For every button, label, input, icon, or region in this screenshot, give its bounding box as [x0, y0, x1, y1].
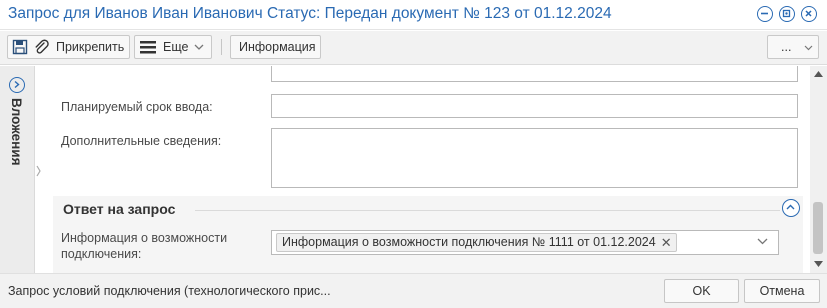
scroll-down-icon[interactable]: [814, 261, 823, 267]
attachments-label: Вложения: [9, 98, 24, 166]
info-button[interactable]: Информация: [230, 35, 321, 59]
paperclip-icon: [35, 39, 49, 54]
settings-icon[interactable]: [779, 6, 795, 22]
status-text: Запрос условий подключения (технологичес…: [8, 284, 331, 298]
ellipsis-label: ...: [781, 40, 792, 54]
info-label: Информация: [239, 40, 316, 54]
minimize-icon[interactable]: [757, 6, 773, 22]
connection-info-label: Информация о возможности подключения:: [61, 230, 227, 262]
attachments-label-box: Вложения: [9, 98, 29, 218]
planned-date-input[interactable]: [271, 94, 798, 118]
menu-icon: [140, 41, 156, 54]
remove-chip-icon[interactable]: ✕: [661, 234, 672, 251]
connection-info-label-line1: Информация о возможности: [61, 231, 228, 245]
toolbar-divider: [221, 39, 222, 55]
command-toolbar: Прикрепить Еще Информация ...: [0, 31, 827, 65]
ok-button[interactable]: OK: [664, 279, 739, 303]
chevron-down-icon: [194, 44, 204, 50]
connection-info-select[interactable]: Информация о возможности подключения № 1…: [271, 230, 779, 255]
cancel-button[interactable]: Отмена: [744, 279, 820, 303]
more-label: Еще: [163, 40, 189, 54]
chevron-right-circle-icon[interactable]: [9, 77, 25, 93]
save-icon: [12, 39, 28, 55]
chevron-down-icon: [804, 45, 813, 51]
previous-field-input[interactable]: [271, 66, 798, 82]
connection-info-value: Информация о возможности подключения № 1…: [282, 235, 656, 249]
attachments-panel[interactable]: Вложения: [0, 66, 35, 273]
response-section-title: Ответ на запрос: [63, 201, 176, 217]
attach-button[interactable]: Прикрепить: [7, 35, 130, 59]
response-section: Ответ на запрос Информация о возможности…: [53, 196, 803, 273]
vertical-scrollbar[interactable]: [810, 66, 827, 273]
planned-date-label: Планируемый срок ввода:: [61, 100, 213, 114]
close-icon[interactable]: [801, 6, 817, 22]
window-titlebar: Запрос для Иванов Иван Иванович Статус: …: [0, 0, 827, 30]
attach-label: Прикрепить: [56, 40, 125, 54]
chevron-up-circle-icon[interactable]: [782, 199, 800, 217]
scroll-up-icon[interactable]: [814, 71, 823, 77]
ellipsis-menu-button[interactable]: ...: [767, 35, 819, 59]
extra-info-textarea[interactable]: [271, 128, 798, 188]
window-title: Запрос для Иванов Иван Иванович Статус: …: [8, 5, 612, 22]
connection-info-label-line2: подключения:: [61, 247, 142, 261]
panel-resize-handle[interactable]: [35, 146, 43, 196]
extra-info-label: Дополнительные сведения:: [61, 134, 222, 148]
form-content: Планируемый срок ввода: Дополнительные с…: [44, 66, 810, 273]
scroll-thumb[interactable]: [813, 202, 823, 254]
more-button[interactable]: Еще: [134, 35, 212, 59]
form-footer: Запрос условий подключения (технологичес…: [0, 273, 827, 308]
section-divider: [195, 210, 780, 211]
connection-info-chip[interactable]: Информация о возможности подключения № 1…: [276, 233, 677, 252]
chevron-down-icon[interactable]: [757, 238, 768, 245]
